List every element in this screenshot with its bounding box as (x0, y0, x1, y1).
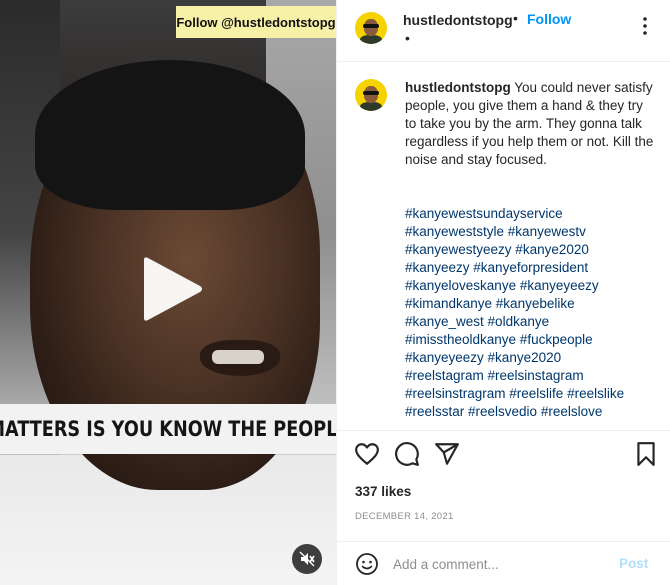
more-options-icon[interactable] (633, 14, 657, 38)
post-header: hustledontstopg • Follow • (337, 0, 670, 62)
hashtag-list: #kanyewestsundayservice #kanyeweststyle #… (405, 205, 655, 421)
heart-icon[interactable] (354, 441, 380, 467)
follow-overlay-text: Follow @hustledontstopg (176, 14, 336, 30)
comment-icon[interactable] (394, 441, 420, 467)
comment-input[interactable] (393, 552, 603, 576)
hashtag-line[interactable]: #imisstheoldkanye #fuckpeople (405, 331, 655, 349)
hashtag-line[interactable]: #kanyewestsundayservice (405, 205, 655, 223)
avatar-glasses (363, 91, 379, 95)
post-date: DECEMBER 14, 2021 (355, 511, 454, 522)
video-teeth (212, 350, 264, 364)
follow-button[interactable]: Follow (527, 11, 571, 27)
video-hair (35, 60, 305, 210)
hashtag-line[interactable]: #reelsinstragram #reelslife #reelslike (405, 385, 655, 403)
hashtag-line[interactable]: #kanyeweststyle #kanyewestv (405, 223, 655, 241)
post-panel: hustledontstopg • Follow • hustledontsto… (336, 0, 670, 585)
post-caption: hustledontstopg You could never satisfy … (405, 79, 655, 169)
play-icon[interactable] (136, 254, 206, 324)
share-icon[interactable] (434, 441, 460, 467)
like-count[interactable]: 337 likes (355, 484, 411, 499)
hashtag-line[interactable]: #kanyeyeezy #kanye2020 (405, 349, 655, 367)
post-actions: 337 likes DECEMBER 14, 2021 (337, 430, 670, 540)
add-comment-bar: Post (337, 541, 670, 585)
avatar-glasses (363, 24, 379, 28)
hashtag-line[interactable]: #kimandkanye #kanyebelike (405, 295, 655, 313)
caption-username[interactable]: hustledontstopg (405, 80, 511, 95)
hashtag-line[interactable]: #reelstagram #reelsinstagram (405, 367, 655, 385)
follow-overlay-tag: Follow @hustledontstopg (176, 6, 336, 38)
video-caption-bar: MATTERS IS YOU KNOW THE PEOPLE (0, 404, 336, 454)
header-sub-separator: • (405, 30, 410, 46)
mute-button[interactable] (292, 544, 322, 574)
avatar-body (360, 102, 382, 111)
reel-video[interactable]: Follow @hustledontstopg MATTERS IS YOU K… (0, 0, 336, 585)
header-separator: • (513, 10, 518, 26)
hashtag-line[interactable]: #kanyeezy #kanyeforpresident (405, 259, 655, 277)
hashtag-line[interactable]: #reelsstar #reelsvedio #reelslove (405, 403, 655, 421)
muted-speaker-icon (299, 551, 315, 567)
caption-avatar[interactable] (355, 79, 387, 111)
avatar[interactable] (355, 12, 387, 44)
comments-section[interactable]: hustledontstopg You could never satisfy … (337, 63, 670, 429)
post-comment-button[interactable]: Post (619, 556, 648, 571)
header-username[interactable]: hustledontstopg (403, 12, 513, 28)
bookmark-icon[interactable] (633, 441, 659, 467)
hashtag-line[interactable]: #kanye_west #oldkanye (405, 313, 655, 331)
video-caption-text: MATTERS IS YOU KNOW THE PEOPLE (0, 417, 336, 441)
emoji-icon[interactable] (355, 552, 379, 576)
avatar-body (360, 35, 382, 44)
hashtag-line[interactable]: #kanyeloveskanye #kanyeyeezy (405, 277, 655, 295)
hashtag-line[interactable]: #kanyewestyeezy #kanye2020 (405, 241, 655, 259)
